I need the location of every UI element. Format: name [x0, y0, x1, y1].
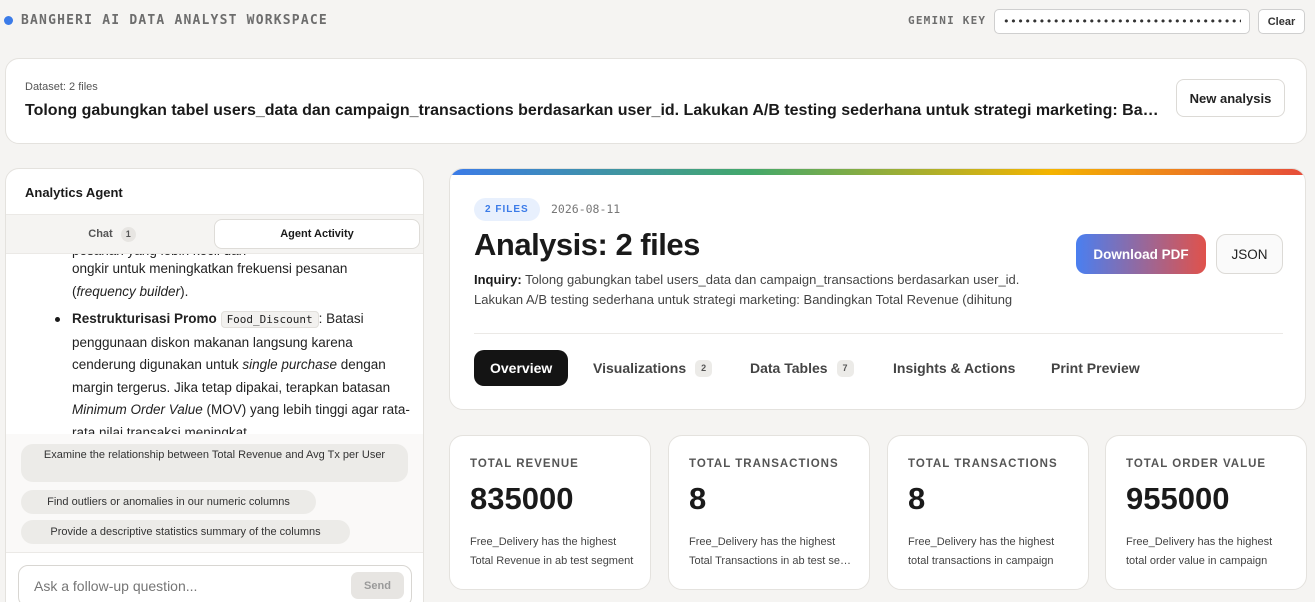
stat-card-total-transactions: TOTAL TRANSACTIONS 8 Free_Delivery has t…	[887, 435, 1089, 590]
tab-data-tables[interactable]: Data Tables 7	[750, 350, 854, 386]
bullet-icon	[55, 317, 60, 322]
stat-value: 8	[689, 481, 707, 516]
analysis-title: Analysis: 2 files	[474, 227, 700, 262]
analytics-agent-panel: Analytics Agent Chat 1 Agent Activity pe…	[5, 168, 424, 602]
files-badge: 2 FILES	[474, 198, 540, 221]
tab-agent-activity[interactable]: Agent Activity	[214, 219, 420, 249]
stat-description: Free_Delivery has the highest total order…	[1126, 536, 1273, 567]
download-pdf-button[interactable]: Download PDF	[1076, 234, 1206, 274]
dataset-card: Dataset: 2 files Tolong gabungkan tabel …	[5, 58, 1307, 144]
followup-area: Send	[6, 552, 423, 602]
tab-chat[interactable]: Chat 1	[10, 219, 214, 249]
divider	[474, 333, 1283, 334]
stat-description: Free_Delivery has the highest Total Reven…	[470, 536, 634, 567]
brand: BANGHERI AI DATA ANALYST WORKSPACE	[4, 13, 328, 28]
analysis-card: 2 FILES 2026-08-11 Analysis: 2 files Inq…	[449, 168, 1306, 410]
message-line: ongkir untuk meningkatkan frekuensi pesa…	[72, 261, 348, 299]
gemini-key-label: GEMINI KEY	[908, 14, 987, 27]
agent-message-content: pesanan yang lebih kecil dan ongkir untu…	[6, 254, 423, 434]
send-button[interactable]: Send	[351, 572, 404, 599]
dataset-query: Tolong gabungkan tabel users_data dan ca…	[25, 102, 1165, 119]
stat-card-total-transactions: TOTAL TRANSACTIONS 8 Free_Delivery has t…	[668, 435, 870, 590]
suggestion-chip[interactable]: Find outliers or anomalies in our numeri…	[21, 490, 316, 514]
stat-label: TOTAL ORDER VALUE	[1126, 458, 1267, 470]
status-dot-icon	[4, 16, 13, 25]
tab-chat-badge: 1	[120, 226, 136, 242]
inquiry-text: Inquiry: Tolong gabungkan tabel users_da…	[474, 272, 1020, 307]
tab-chat-label: Chat	[88, 228, 113, 240]
accent-stripe	[450, 169, 1305, 175]
stat-card-total-order-value: TOTAL ORDER VALUE 955000 Free_Delivery h…	[1105, 435, 1307, 590]
stat-label: TOTAL TRANSACTIONS	[689, 458, 839, 470]
agent-panel-title: Analytics Agent	[25, 185, 123, 200]
tab-insights-actions[interactable]: Insights & Actions	[893, 350, 1015, 386]
analysis-date: 2026-08-11	[551, 202, 621, 216]
json-button[interactable]: JSON	[1216, 234, 1283, 274]
stat-card-total-revenue: TOTAL REVENUE 835000 Free_Delivery has t…	[449, 435, 651, 590]
agent-tabs: Chat 1 Agent Activity	[6, 214, 423, 254]
stat-label: TOTAL REVENUE	[470, 458, 579, 470]
stat-label: TOTAL TRANSACTIONS	[908, 458, 1058, 470]
tab-badge: 2	[695, 359, 713, 377]
new-analysis-button[interactable]: New analysis	[1176, 79, 1285, 117]
tab-overview[interactable]: Overview	[474, 350, 569, 386]
message-bullet: Restrukturisasi Promo Food_Discount: Bat…	[72, 311, 410, 434]
stat-value: 8	[908, 481, 926, 516]
app-title: BANGHERI AI DATA ANALYST WORKSPACE	[21, 13, 328, 28]
clear-key-button[interactable]: Clear	[1258, 9, 1305, 34]
top-bar: BANGHERI AI DATA ANALYST WORKSPACE GEMIN…	[0, 0, 1315, 42]
inline-code: Food_Discount	[220, 311, 319, 328]
stat-value: 835000	[470, 481, 574, 516]
dataset-label: Dataset: 2 files	[25, 81, 98, 93]
stat-value: 955000	[1126, 481, 1230, 516]
stat-description: Free_Delivery has the highest total trans…	[908, 536, 1055, 567]
suggestion-chip[interactable]: Examine the relationship between Total R…	[21, 444, 408, 482]
suggestion-chip[interactable]: Provide a descriptive statistics summary…	[21, 520, 350, 544]
tab-print-preview[interactable]: Print Preview	[1051, 350, 1140, 386]
gemini-key-input[interactable]	[994, 9, 1250, 34]
tab-visualizations[interactable]: Visualizations 2	[593, 350, 713, 386]
tab-badge: 7	[836, 359, 854, 377]
suggestions: Examine the relationship between Total R…	[6, 434, 423, 552]
stat-description: Free_Delivery has the highest Total Trans…	[689, 536, 854, 567]
